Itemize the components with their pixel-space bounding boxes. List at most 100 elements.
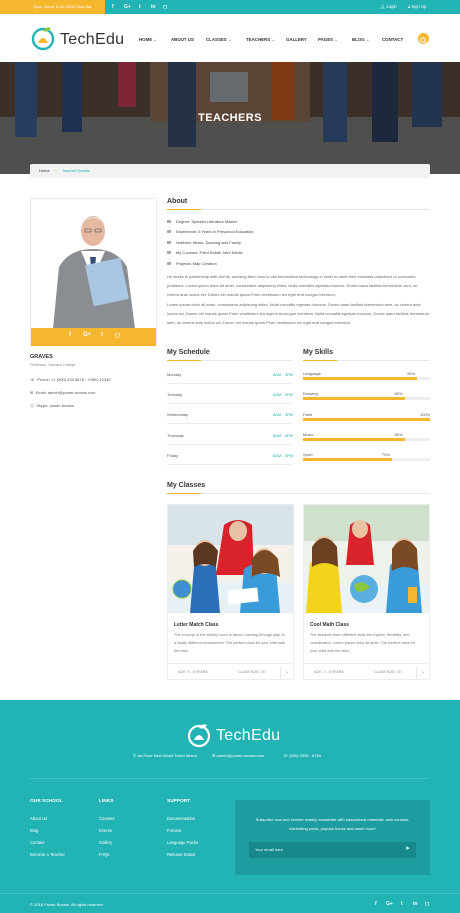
footer-link[interactable]: Events xyxy=(99,828,112,833)
schedule-row: Monday 8AM - 3PM xyxy=(167,364,293,384)
linkedin-icon[interactable]: in xyxy=(151,0,155,14)
footer-link[interactable]: Forums xyxy=(167,828,181,833)
facebook-icon[interactable]: f xyxy=(112,0,114,14)
footer-col1-heading: OUR SCHOOL xyxy=(30,799,63,804)
footer-phone-text: (800) 2345 - 6789 xyxy=(289,753,321,758)
nav-teachers-label: TEACHERS xyxy=(246,37,271,42)
chevron-right-icon[interactable]: › xyxy=(280,667,293,680)
nav-pages-label: PAGES xyxy=(318,37,334,42)
nav-classes-label: CLASSES xyxy=(206,37,227,42)
schedule-row: Thursday 8AM - 3PM xyxy=(167,425,293,445)
phone-icon: ☏ xyxy=(30,377,36,382)
instagram-icon[interactable]: ◻ xyxy=(425,901,429,907)
skill-name: Sport xyxy=(303,452,313,457)
footer-link[interactable]: Courses xyxy=(99,816,115,821)
footer-link[interactable]: Release Status xyxy=(167,852,195,857)
about-courses: My Courses: Paint Kiddie, Mini Kiddie xyxy=(167,250,243,255)
schedule-day: Tuesday xyxy=(167,392,183,397)
footer-address: ⚲ 1st Floor New World Tower Miami xyxy=(133,753,197,758)
class-meta: AGE: 4 - 5 YEARS CLASS SIZE: 30 › xyxy=(304,663,429,680)
class-title[interactable]: Letter Match Class xyxy=(174,622,218,628)
class-card[interactable]: Cool Math Class The students learn diffe… xyxy=(303,504,430,680)
schedule-heading: My Schedule xyxy=(167,349,210,356)
footer-logo-icon[interactable] xyxy=(186,722,212,748)
class-image xyxy=(168,505,293,613)
footer-link[interactable]: Gallery xyxy=(99,840,112,845)
footer-link[interactable]: Blog xyxy=(30,828,38,833)
classes-underline xyxy=(167,493,430,494)
skill-bar-fill xyxy=(303,458,392,461)
nav-about[interactable]: ABOUT US xyxy=(171,37,194,42)
schedule-row: Tuesday 8AM - 3PM xyxy=(167,384,293,404)
newsletter-email-input[interactable]: Your email here ➤ xyxy=(249,842,416,858)
footer-link[interactable]: Become a Teacher xyxy=(30,852,65,857)
search-button[interactable] xyxy=(418,33,429,44)
about-degree: Degree: Spanish Literature Master xyxy=(167,219,237,224)
send-icon[interactable]: ➤ xyxy=(405,845,410,852)
class-title[interactable]: Cool Math Class xyxy=(310,622,349,628)
header: TechEdu HOME ⌄ ABOUT US CLASSES ⌄ TEACHE… xyxy=(0,14,460,62)
about-heading: About xyxy=(167,198,188,205)
instagram-icon[interactable]: ◻ xyxy=(115,332,120,339)
teacher-email-text[interactable]: Email: admin@power-boosts.com xyxy=(36,390,96,395)
twitter-icon[interactable]: t xyxy=(101,332,103,338)
nav-blog-label: BLOG xyxy=(352,37,365,42)
class-card[interactable]: Letter Match Class The concept of the ac… xyxy=(167,504,294,680)
logo-icon[interactable] xyxy=(30,25,56,51)
footer-address-text: 1st Floor New World Tower Miami xyxy=(137,753,197,758)
footer-logo-text[interactable]: TechEdu xyxy=(216,727,280,745)
top-bar: Open hours: 8:00-18:00 Mon-Sat f G+ t in… xyxy=(0,0,460,14)
about-paragraph-2: Lorem ipsum dolor sit amet, consectetur … xyxy=(167,302,429,325)
google-plus-icon[interactable]: G+ xyxy=(386,901,393,907)
nav-pages[interactable]: PAGES ⌄ xyxy=(318,37,338,43)
skill-name: Music xyxy=(303,432,314,437)
footer-col2-heading: LINKS xyxy=(99,799,114,804)
facebook-icon[interactable]: f xyxy=(69,332,71,338)
nav-blog[interactable]: BLOG ⌄ xyxy=(352,37,370,43)
teacher-photo xyxy=(31,199,156,329)
schedule-time: 8AM - 3PM xyxy=(272,392,293,397)
footer-bottom-divider xyxy=(0,893,460,894)
footer-link[interactable]: About Us xyxy=(30,816,47,821)
footer-email: ✉ admin@power-boosts.com xyxy=(212,753,264,758)
twitter-icon[interactable]: t xyxy=(139,0,141,14)
twitter-icon[interactable]: t xyxy=(401,901,403,907)
degree-icon xyxy=(167,220,171,224)
footer-email-text[interactable]: admin@power-boosts.com xyxy=(216,753,264,758)
chevron-right-icon[interactable]: › xyxy=(416,667,429,680)
footer-divider xyxy=(30,778,430,779)
instagram-icon[interactable]: ◻ xyxy=(163,0,167,14)
footer-link[interactable]: Language Packs xyxy=(167,840,198,845)
nav-home[interactable]: HOME ⌄ xyxy=(139,37,157,43)
footer-link[interactable]: FAQs xyxy=(99,852,109,857)
user-icon: 👤︎ xyxy=(380,4,386,9)
nav-contact[interactable]: CONTACT xyxy=(382,37,403,42)
breadcrumb-home[interactable]: Home xyxy=(39,168,50,173)
google-plus-icon[interactable]: G+ xyxy=(83,332,91,338)
signup-link[interactable]: 🔒︎ Sign Up xyxy=(408,0,426,14)
lock-icon: 🔒︎ xyxy=(408,4,411,9)
footer-link[interactable]: Documentation xyxy=(167,816,195,821)
mail-icon: ✉ xyxy=(30,390,34,395)
linkedin-icon[interactable]: in xyxy=(413,901,417,907)
facebook-icon[interactable]: f xyxy=(375,901,377,907)
footer-link[interactable]: Contact xyxy=(30,840,44,845)
skype-icon: ⓢ xyxy=(30,403,34,408)
nav-teachers[interactable]: TEACHERS ⌄ xyxy=(246,37,275,43)
teacher-name: GRAVES xyxy=(30,354,53,360)
about-projects: Projects: Map Creation xyxy=(167,261,217,266)
nav-gallery[interactable]: GALLERY xyxy=(286,37,307,42)
about-hobbies-text: Hobbies: Music, Dancing and Family xyxy=(176,240,241,245)
nav-classes[interactable]: CLASSES ⌄ xyxy=(206,37,232,43)
newsletter-box: Subscribe now and receive weekly newslet… xyxy=(235,800,430,875)
class-size: CLASS SIZE: 30 xyxy=(374,670,401,674)
logo-text[interactable]: TechEdu xyxy=(60,31,124,49)
hobbies-icon xyxy=(167,241,171,245)
skill-bar-fill xyxy=(303,438,405,441)
skill-percent: 100% xyxy=(420,412,431,417)
skills-heading: My Skills xyxy=(303,349,333,356)
google-plus-icon[interactable]: G+ xyxy=(124,0,131,14)
page-title: TEACHERS xyxy=(198,112,262,124)
login-link[interactable]: 👤︎ Login xyxy=(380,0,397,14)
nav-home-label: HOME xyxy=(139,37,153,42)
